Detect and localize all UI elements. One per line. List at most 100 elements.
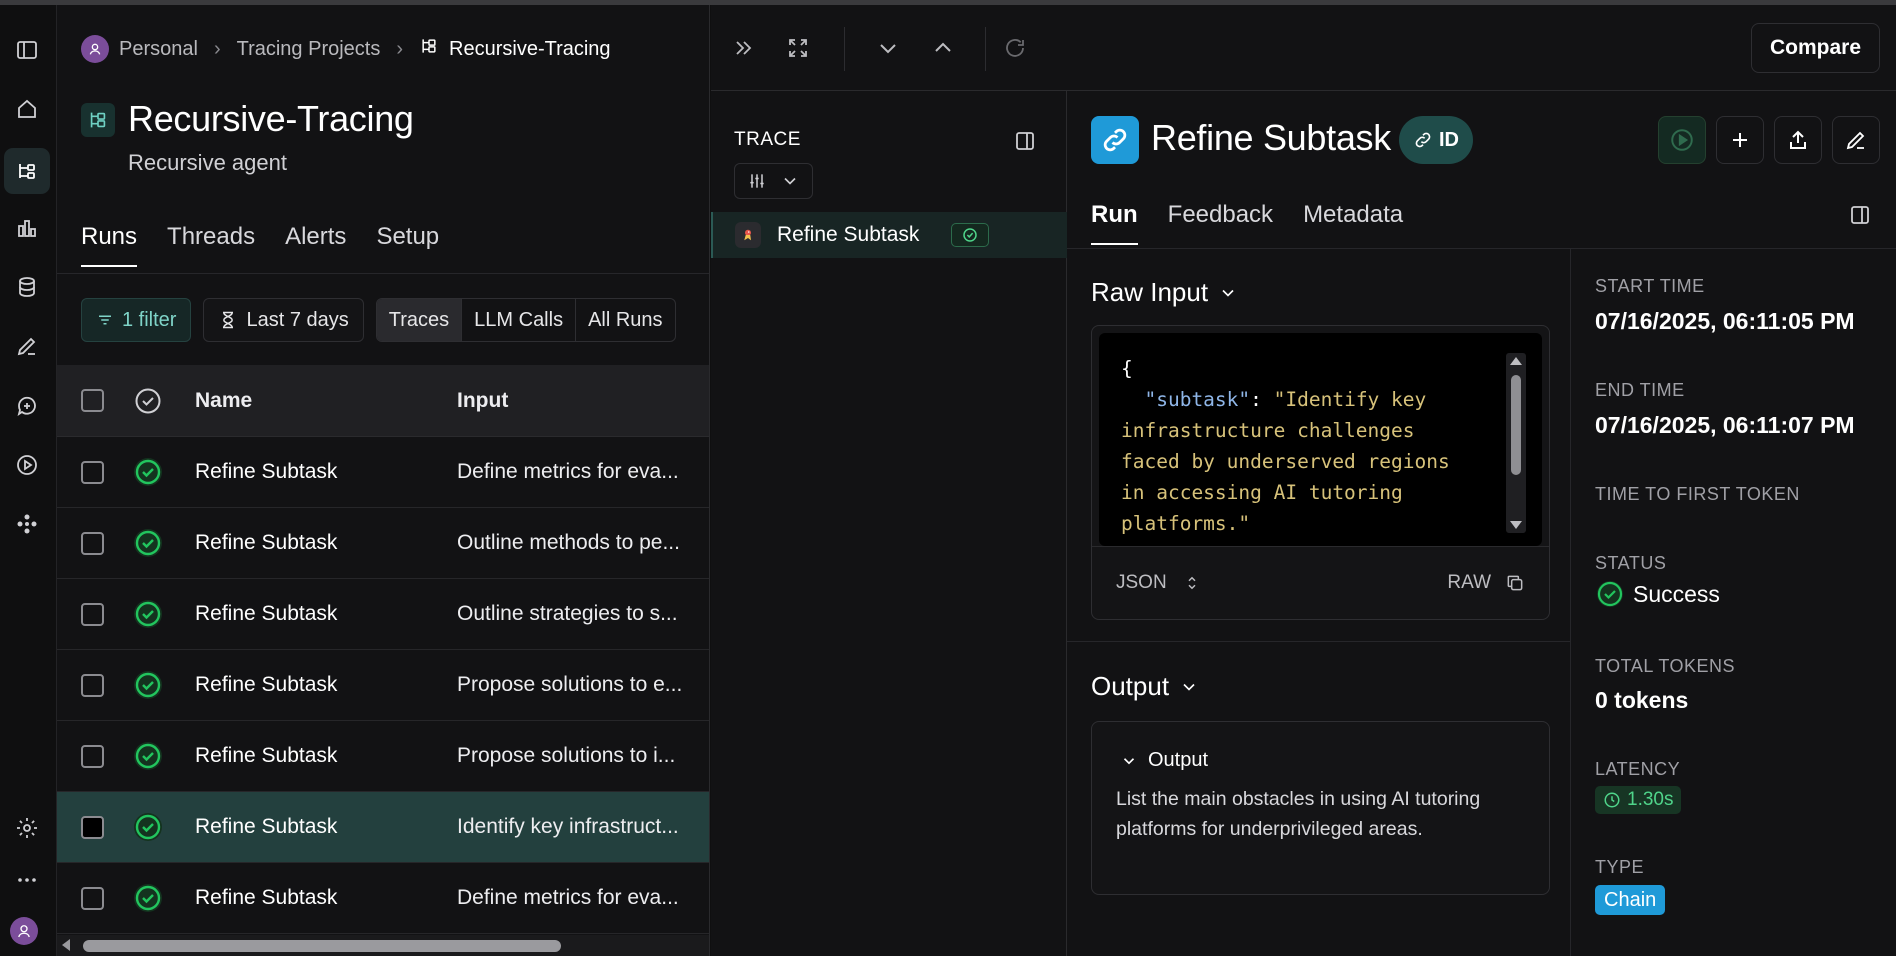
scroll-up-icon[interactable] — [1510, 357, 1522, 365]
success-check-icon — [134, 813, 162, 841]
success-check-icon — [134, 600, 162, 628]
tab-runs[interactable]: Runs — [81, 223, 138, 267]
trace-toolbar: Compare — [711, 5, 1896, 91]
code-scrollbar-thumb[interactable] — [1511, 375, 1521, 475]
table-row[interactable]: Refine Subtask Outline strategies to s... — [57, 579, 709, 650]
tracing-icon[interactable] — [4, 148, 50, 194]
row-checkbox[interactable] — [81, 887, 104, 910]
breadcrumb-tracing-projects[interactable]: Tracing Projects — [237, 38, 381, 61]
select-all-checkbox[interactable] — [81, 389, 104, 412]
tab-run[interactable]: Run — [1091, 201, 1138, 245]
annotate-button[interactable] — [1832, 116, 1880, 164]
user-avatar[interactable] — [10, 917, 38, 945]
table-row[interactable]: Refine Subtask Outline methods to pe... — [57, 508, 709, 579]
row-checkbox[interactable] — [81, 603, 104, 626]
code-vertical-scrollbar[interactable] — [1506, 353, 1526, 533]
table-row[interactable]: Refine Subtask Define metrics for eva... — [57, 437, 709, 508]
success-check-icon — [1597, 581, 1623, 607]
table-row[interactable]: Refine Subtask Propose solutions to e... — [57, 650, 709, 721]
breadcrumb-personal[interactable]: Personal — [119, 38, 198, 61]
tabs-divider — [57, 273, 709, 274]
toggle-metadata-panel-icon[interactable] — [1848, 203, 1872, 227]
playground-button[interactable] — [1658, 116, 1706, 164]
trace-heading: TRACE — [734, 129, 801, 150]
breadcrumb-current: Recursive-Tracing — [449, 37, 611, 60]
project-description: Recursive agent — [128, 150, 287, 175]
row-checkbox[interactable] — [81, 745, 104, 768]
output-collapse-toggle[interactable]: Output — [1120, 749, 1208, 772]
raw-copy-button[interactable]: RAW — [1447, 572, 1525, 594]
table-row[interactable]: Refine Subtask Define metrics for eva... — [57, 863, 709, 934]
tab-alerts[interactable]: Alerts — [285, 223, 346, 267]
table-row[interactable]: Refine Subtask Identify key infrastruct..… — [57, 792, 709, 863]
chevron-down-icon — [1222, 289, 1234, 297]
run-input: Propose solutions to i... — [457, 744, 676, 767]
playground-icon[interactable] — [4, 442, 50, 488]
more-icon[interactable] — [4, 857, 50, 903]
monitoring-icon[interactable] — [4, 205, 50, 251]
deployments-icon[interactable] — [4, 501, 50, 547]
latency-value: 1.30s — [1627, 789, 1674, 810]
trace-filter-dropdown[interactable] — [734, 163, 813, 199]
filter-button[interactable]: 1 filter — [81, 298, 192, 342]
output-toggle[interactable]: Output — [1091, 671, 1199, 702]
id-label: ID — [1439, 128, 1459, 151]
chevron-down-icon — [1123, 757, 1135, 764]
datasets-icon[interactable] — [4, 264, 50, 310]
run-metadata-column: START TIME 07/16/2025, 06:11:05 PM END T… — [1570, 248, 1896, 956]
start-time-label: START TIME — [1595, 276, 1705, 296]
pencil-icon — [1846, 131, 1865, 150]
chain-link-icon — [1091, 116, 1139, 164]
upload-icon — [1790, 130, 1806, 149]
workspace-avatar-icon — [81, 35, 109, 63]
home-icon[interactable] — [4, 86, 50, 132]
add-to-button[interactable] — [1716, 116, 1764, 164]
tab-setup[interactable]: Setup — [376, 223, 439, 267]
fullscreen-icon[interactable] — [783, 33, 813, 63]
output-box: Output List the main obstacles in using … — [1091, 721, 1550, 895]
scroll-down-icon[interactable] — [1510, 521, 1522, 529]
raw-input-toggle[interactable]: Raw Input — [1091, 277, 1238, 308]
row-checkbox[interactable] — [81, 461, 104, 484]
langchain-parrot-icon — [735, 222, 761, 248]
tab-threads[interactable]: Threads — [167, 223, 255, 267]
table-row[interactable]: Refine Subtask Propose solutions to i... — [57, 721, 709, 792]
settings-icon[interactable] — [4, 805, 50, 851]
tab-feedback[interactable]: Feedback — [1168, 201, 1273, 245]
row-checkbox[interactable] — [81, 532, 104, 555]
segment-llm-calls[interactable]: LLM Calls — [462, 299, 577, 341]
scroll-left-icon[interactable] — [62, 939, 70, 951]
next-run-icon[interactable] — [873, 33, 903, 63]
copy-icon — [1507, 575, 1523, 591]
column-name[interactable]: Name — [195, 389, 252, 413]
trace-node[interactable]: Refine Subtask — [711, 212, 1067, 258]
sliders-icon — [750, 174, 764, 188]
json-code-view[interactable]: { "subtask": "Identify key infrastructur… — [1099, 333, 1542, 546]
scrollbar-thumb[interactable] — [83, 940, 561, 952]
copy-id-button[interactable]: ID — [1399, 116, 1473, 164]
format-selector[interactable]: JSON — [1116, 572, 1201, 594]
time-range-button[interactable]: Last 7 days — [203, 298, 364, 342]
prompts-icon[interactable] — [4, 383, 50, 429]
end-time-label: END TIME — [1595, 380, 1685, 400]
raw-input-box: { "subtask": "Identify key infrastructur… — [1091, 325, 1550, 620]
expand-panel-icon[interactable] — [729, 33, 759, 63]
column-input[interactable]: Input — [457, 389, 707, 413]
sidebar-toggle-icon[interactable] — [4, 27, 50, 73]
compare-button[interactable]: Compare — [1750, 23, 1880, 73]
horizontal-scrollbar[interactable] — [57, 935, 709, 956]
refresh-icon[interactable] — [1000, 33, 1030, 63]
run-input: Outline strategies to s... — [457, 602, 678, 625]
segment-all-runs[interactable]: All Runs — [576, 299, 674, 341]
filter-bar: 1 filter Last 7 days Traces LLM Calls Al… — [81, 298, 676, 342]
segment-traces[interactable]: Traces — [376, 299, 463, 341]
row-checkbox[interactable] — [81, 674, 104, 697]
collapse-panel-icon[interactable] — [1013, 129, 1037, 153]
share-button[interactable] — [1774, 116, 1822, 164]
latency-label: LATENCY — [1595, 759, 1681, 779]
annotation-icon[interactable] — [4, 323, 50, 369]
previous-run-icon[interactable] — [928, 33, 958, 63]
row-checkbox[interactable] — [81, 816, 104, 839]
table-header: Name Input — [57, 365, 709, 437]
tab-metadata[interactable]: Metadata — [1303, 201, 1403, 245]
